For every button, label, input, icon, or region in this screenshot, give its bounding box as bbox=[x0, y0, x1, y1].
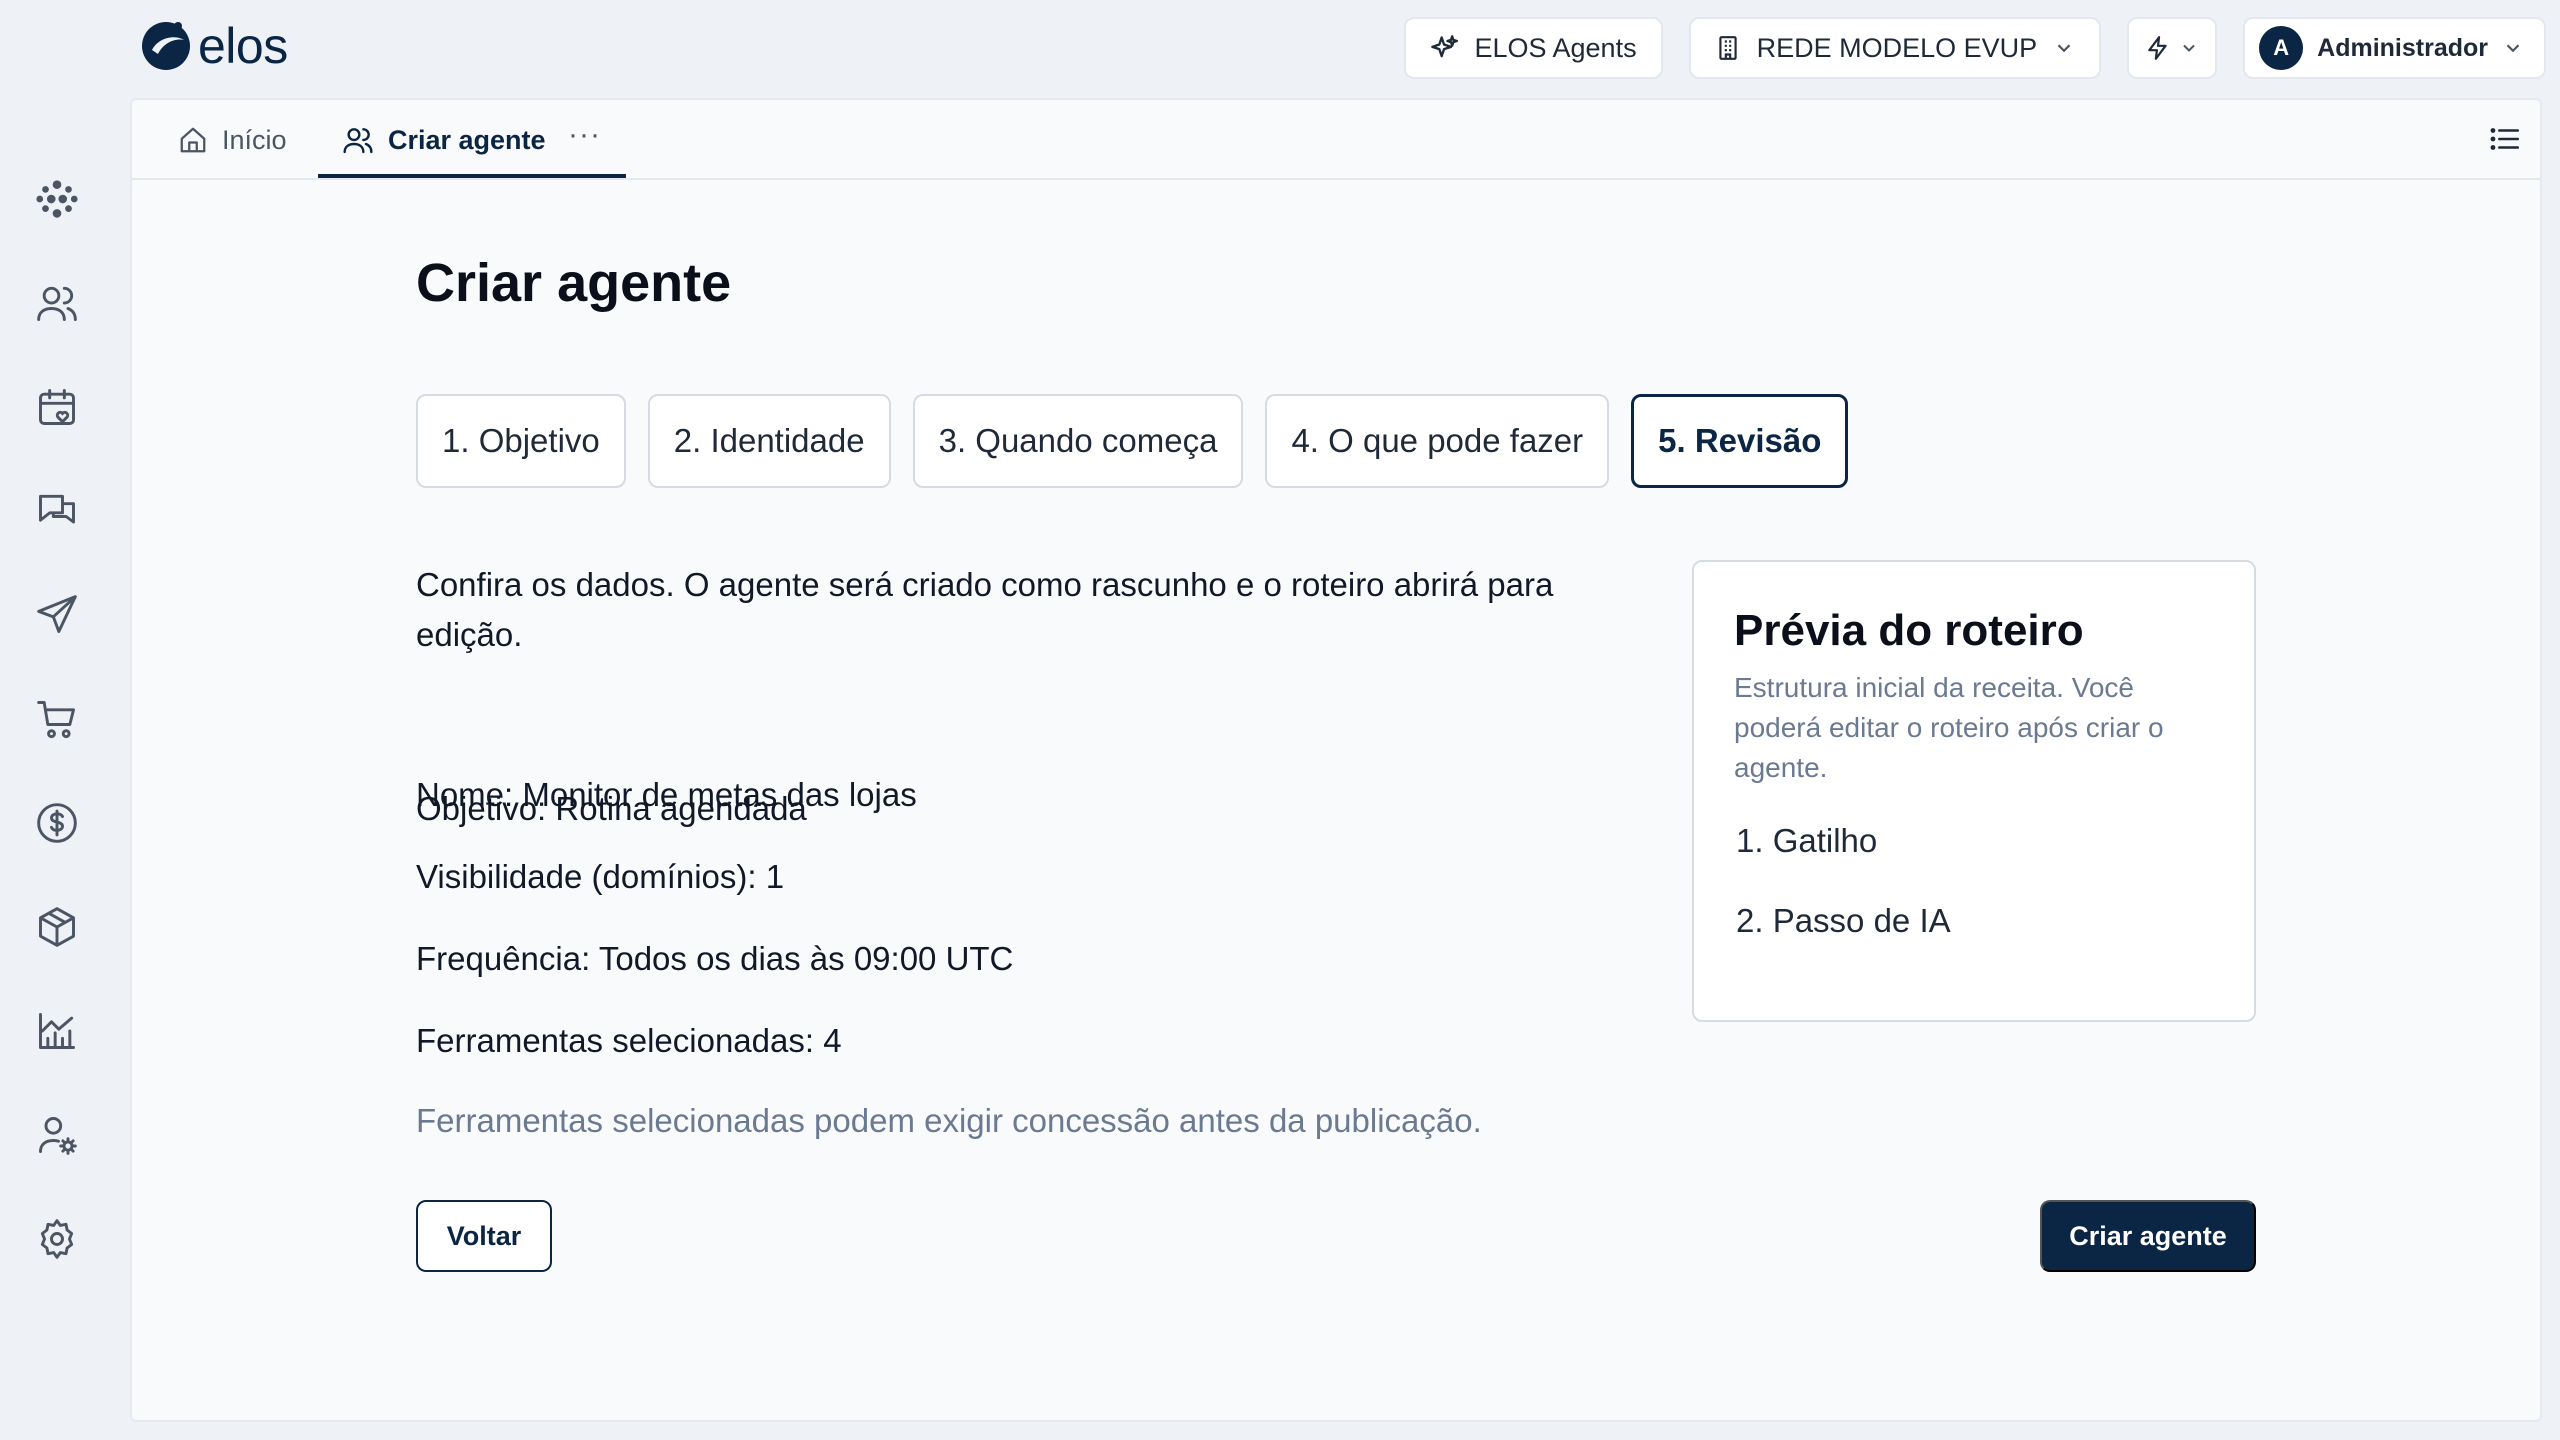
network-label: REDE MODELO EVUP bbox=[1756, 32, 2038, 63]
page-title: Criar agente bbox=[416, 253, 732, 313]
avatar: A bbox=[2259, 26, 2304, 70]
calendar-heart-icon bbox=[39, 389, 75, 425]
sidebar-item-send[interactable] bbox=[34, 592, 80, 638]
chart-icon bbox=[39, 1013, 75, 1049]
preview-title: Prévia do roteiro bbox=[1734, 606, 2084, 655]
tab-home-label: Início bbox=[222, 124, 287, 155]
messages-icon bbox=[39, 494, 75, 524]
user-name: Administrador bbox=[2317, 33, 2488, 62]
header-controls: ELOS Agents REDE MODELO EVUP A Administr… bbox=[1404, 17, 2546, 79]
summary-tools: Ferramentas selecionadas: 4 bbox=[416, 1022, 842, 1059]
step-quando-comeca[interactable]: 3. Quando começa bbox=[912, 394, 1244, 488]
review-intro: Confira os dados. O agente será criado c… bbox=[416, 566, 1554, 653]
network-selector[interactable]: REDE MODELO EVUP bbox=[1688, 17, 2102, 79]
tab-more-button[interactable]: ··· bbox=[568, 118, 601, 152]
summary-name: Nome: Monitor de metas das lojas bbox=[416, 776, 917, 813]
tab-criar-agente[interactable]: Criar agente bbox=[342, 100, 546, 180]
step-objetivo[interactable]: 1. Objetivo bbox=[416, 394, 626, 488]
list-icon bbox=[2490, 128, 2520, 150]
tab-criar-agente-label: Criar agente bbox=[388, 124, 546, 155]
step-revisao[interactable]: 5. Revisão bbox=[1631, 394, 1849, 488]
sidebar-item-users[interactable] bbox=[34, 280, 80, 326]
chevron-down-icon bbox=[2506, 44, 2520, 53]
tab-bar: Início Criar agente ··· bbox=[132, 100, 2540, 180]
sidebar-item-cart[interactable] bbox=[34, 696, 80, 742]
sidebar-item-user-settings[interactable] bbox=[34, 1112, 80, 1158]
sidebar-item-dashboard[interactable] bbox=[34, 176, 80, 222]
users-icon bbox=[37, 286, 77, 321]
back-button[interactable]: Voltar bbox=[416, 1200, 552, 1272]
logo-text: elos bbox=[198, 18, 288, 74]
user-menu[interactable]: A Administrador bbox=[2243, 17, 2546, 79]
quick-actions-button[interactable] bbox=[2127, 17, 2218, 79]
app-logo[interactable]: elos bbox=[140, 20, 288, 72]
sidebar-item-settings[interactable] bbox=[34, 1216, 80, 1262]
sidebar-item-products[interactable] bbox=[34, 904, 80, 950]
send-icon bbox=[37, 595, 77, 633]
dots-cluster-icon bbox=[36, 180, 78, 218]
summary-visibility: Visibilidade (domínios): 1 bbox=[416, 858, 785, 895]
summary-frequency: Frequência: Todos os dias às 09:00 UTC bbox=[416, 940, 1014, 977]
sidebar-item-finance[interactable] bbox=[34, 800, 80, 846]
cart-icon bbox=[37, 701, 75, 739]
preview-description: Estrutura inicial da receita. Você poder… bbox=[1734, 672, 2164, 783]
script-preview-card: Prévia do roteiro Estrutura inicial da r… bbox=[1692, 560, 2256, 1022]
sidebar-item-reports[interactable] bbox=[34, 1008, 80, 1054]
elos-agents-label: ELOS Agents bbox=[1474, 32, 1637, 63]
wizard-steps: 1. Objetivo 2. Identidade 3. Quando come… bbox=[416, 394, 1849, 488]
user-cog-icon bbox=[39, 1117, 77, 1155]
sidebar-item-calendar[interactable] bbox=[34, 384, 80, 430]
sidebar-item-messages[interactable] bbox=[34, 488, 80, 534]
home-icon bbox=[180, 127, 206, 153]
dollar-icon bbox=[37, 803, 77, 843]
step-identidade[interactable]: 2. Identidade bbox=[647, 394, 891, 488]
tab-list-button[interactable] bbox=[2488, 122, 2522, 156]
elos-logo-icon bbox=[142, 22, 190, 70]
summary-note: Ferramentas selecionadas podem exigir co… bbox=[416, 1102, 1482, 1139]
tab-home[interactable]: Início bbox=[178, 100, 287, 180]
users-icon bbox=[343, 128, 373, 154]
active-tab-indicator bbox=[318, 174, 626, 178]
box-icon bbox=[39, 907, 75, 947]
sparkles-icon bbox=[1431, 35, 1459, 58]
preview-item-trigger: 1. Gatilho bbox=[1736, 822, 1878, 859]
building-icon bbox=[1718, 36, 1737, 60]
lightning-icon bbox=[2148, 36, 2167, 60]
gear-icon bbox=[40, 1219, 74, 1259]
preview-item-ai-step: 2. Passo de IA bbox=[1736, 902, 1951, 939]
chevron-down-icon bbox=[2183, 44, 2195, 52]
elos-agents-button[interactable]: ELOS Agents bbox=[1404, 17, 1663, 79]
create-agent-button[interactable]: Criar agente bbox=[2040, 1200, 2256, 1272]
step-o-que-pode-fazer[interactable]: 4. O que pode fazer bbox=[1265, 394, 1610, 488]
chevron-down-icon bbox=[2057, 44, 2071, 53]
